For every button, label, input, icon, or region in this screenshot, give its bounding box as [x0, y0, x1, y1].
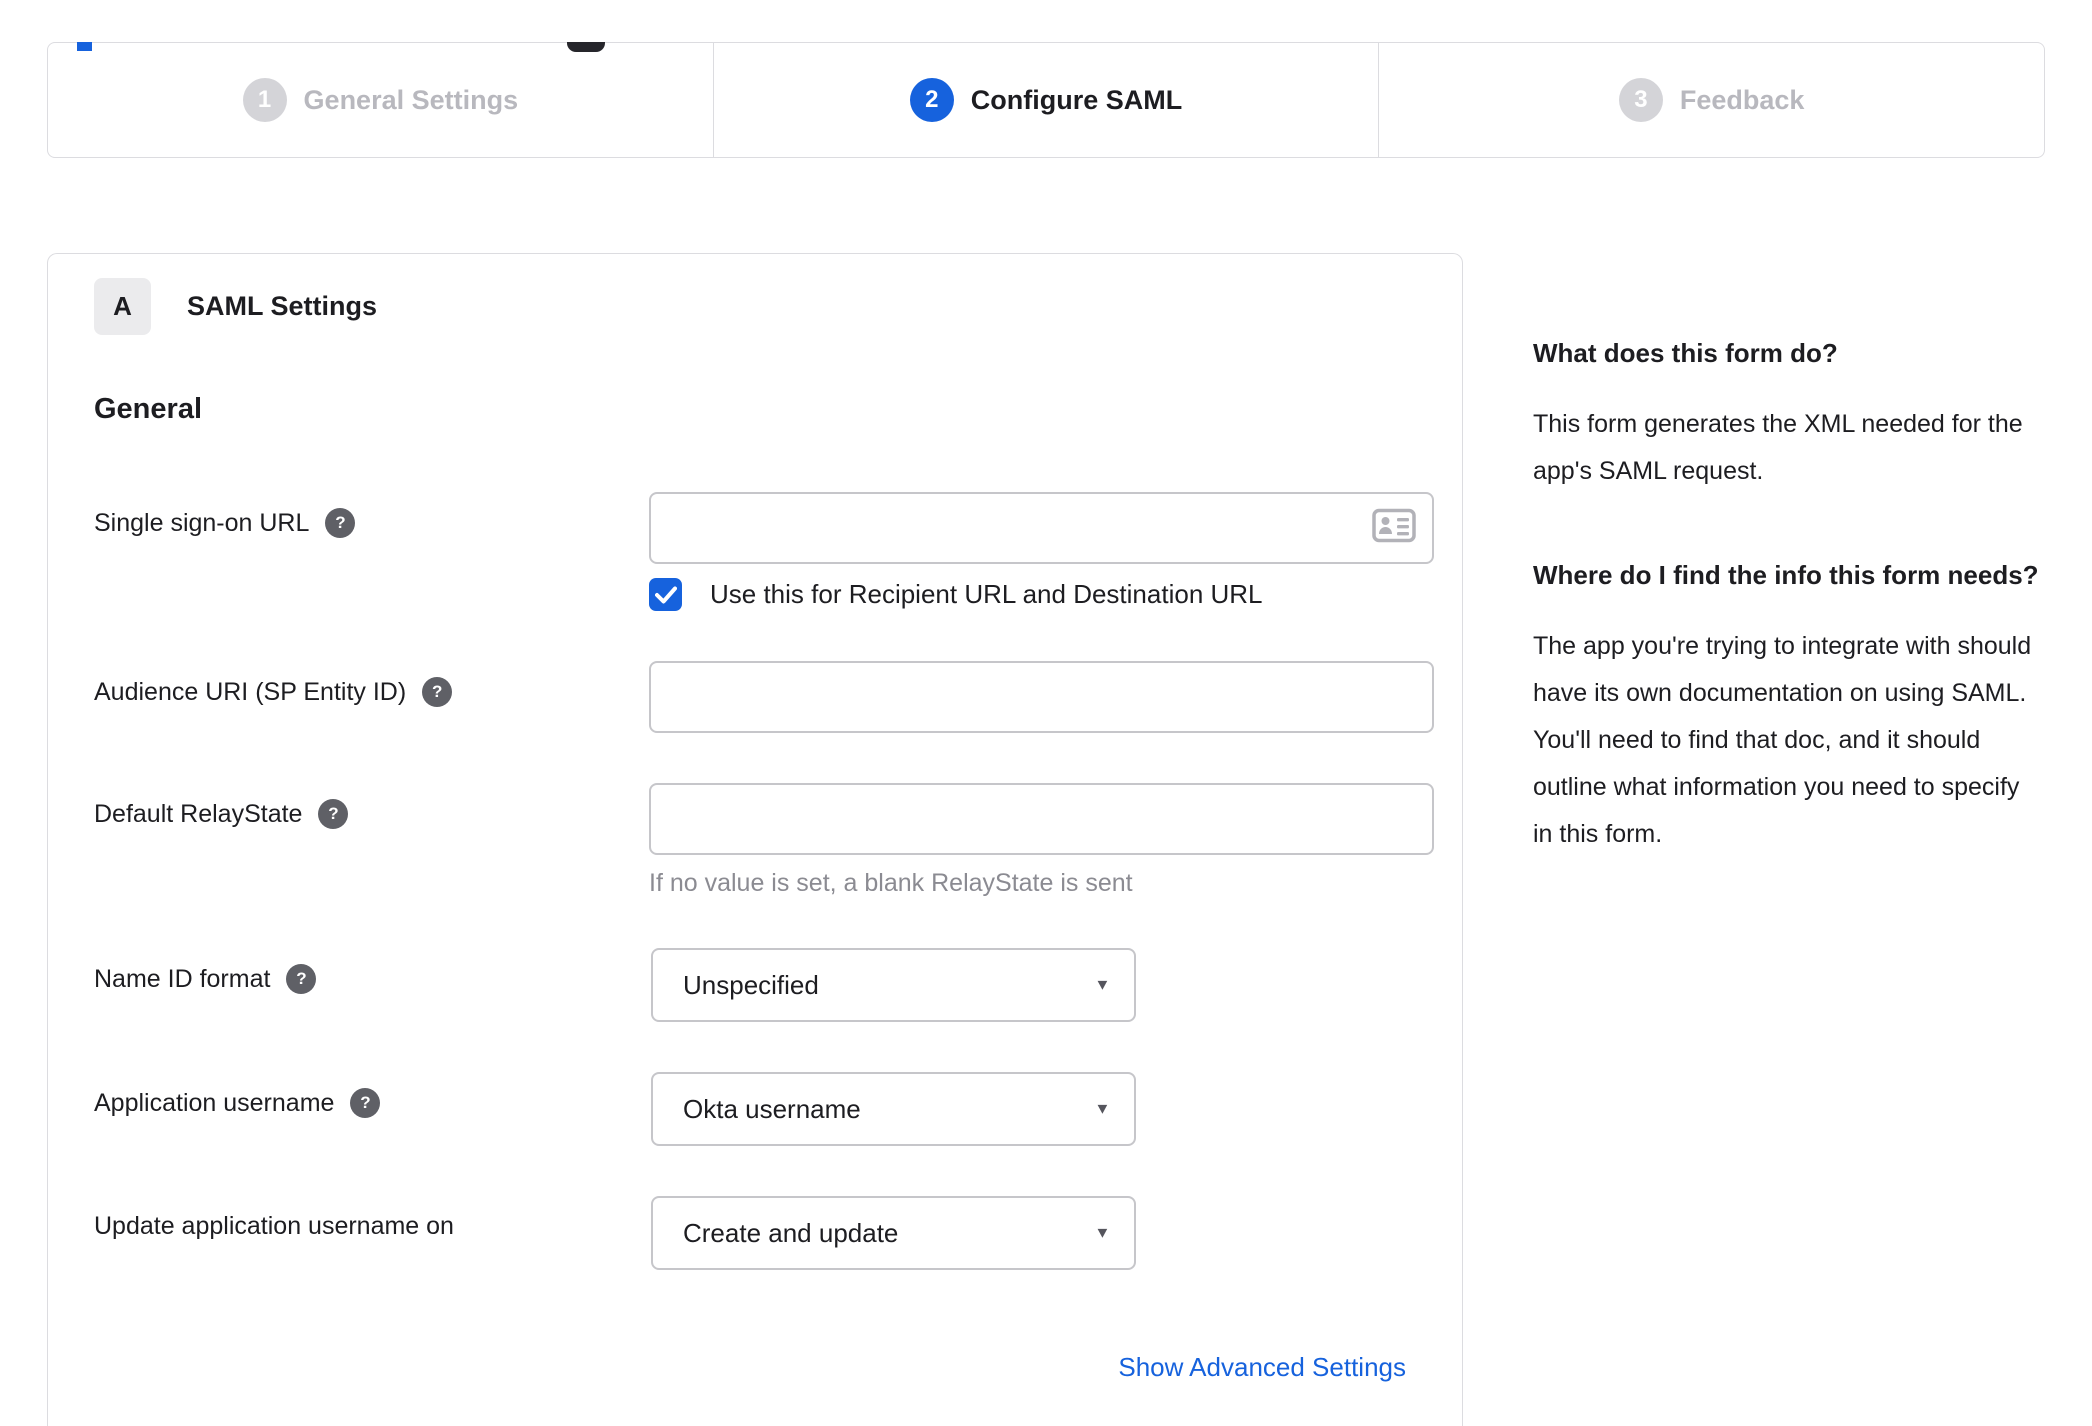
step-configure-saml[interactable]: 2 Configure SAML	[712, 43, 1379, 157]
sidebar-body-what: This form generates the XML needed for t…	[1533, 410, 2023, 485]
help-icon[interactable]: ?	[350, 1088, 381, 1118]
name-id-format-select[interactable]: Unspecified ▼	[651, 948, 1136, 1022]
help-sidebar: What does this form do? This form genera…	[1533, 253, 2045, 916]
field-row-audience-uri: Audience URI (SP Entity ID) ?	[94, 661, 1434, 733]
name-id-format-value: Unspecified	[683, 969, 819, 1000]
field-row-update-username-on: Update application username on Create an…	[94, 1196, 1434, 1270]
name-id-format-label: Name ID format	[94, 964, 271, 993]
audience-uri-input[interactable]	[649, 661, 1434, 733]
step-label: General Settings	[303, 84, 519, 115]
help-icon[interactable]: ?	[325, 508, 356, 538]
step-number-badge: 2	[909, 78, 954, 122]
application-username-select[interactable]: Okta username ▼	[651, 1072, 1136, 1146]
step-feedback[interactable]: 3 Feedback	[1378, 43, 2044, 157]
saml-settings-panel: A SAML Settings General Single sign-on U…	[47, 253, 1463, 1426]
step-number-badge: 1	[242, 78, 287, 122]
field-row-application-username: Application username ? Okta username ▼	[94, 1072, 1434, 1146]
contact-card-icon[interactable]	[1372, 508, 1416, 548]
show-advanced-settings-link[interactable]: Show Advanced Settings	[1118, 1352, 1406, 1382]
update-username-on-value: Create and update	[683, 1217, 899, 1248]
cutoff-header-fragment	[567, 42, 605, 52]
recipient-url-checkbox[interactable]	[649, 578, 682, 611]
section-badge-a: A	[94, 278, 151, 335]
application-username-label: Application username	[94, 1088, 335, 1117]
help-icon[interactable]: ?	[318, 799, 349, 829]
audience-uri-label: Audience URI (SP Entity ID)	[94, 677, 407, 706]
sidebar-heading-where: Where do I find the info this form needs…	[1533, 560, 2039, 590]
dropdown-arrow-icon: ▼	[1094, 1224, 1111, 1242]
default-relaystate-input[interactable]	[649, 783, 1434, 855]
dropdown-arrow-icon: ▼	[1094, 976, 1111, 994]
update-username-on-select[interactable]: Create and update ▼	[651, 1196, 1136, 1270]
wizard-stepper: 1 General Settings 2 Configure SAML 3 Fe…	[47, 42, 2045, 158]
dropdown-arrow-icon: ▼	[1094, 1100, 1111, 1118]
single-sign-on-url-label: Single sign-on URL	[94, 508, 310, 537]
step-number-badge: 3	[1618, 78, 1663, 122]
step-label: Configure SAML	[970, 84, 1183, 115]
help-icon[interactable]: ?	[422, 677, 453, 707]
step-general-settings[interactable]: 1 General Settings	[48, 43, 713, 157]
update-username-on-label: Update application username on	[94, 1212, 454, 1240]
relaystate-hint: If no value is set, a blank RelayState i…	[649, 869, 1133, 897]
default-relaystate-label: Default RelayState	[94, 799, 303, 828]
field-row-default-relaystate: Default RelayState ? If no value is set,…	[94, 783, 1434, 898]
help-icon[interactable]: ?	[286, 964, 317, 994]
step-label: Feedback	[1679, 84, 1805, 115]
field-row-single-sign-on-url: Single sign-on URL ? Use this for Recipi…	[94, 492, 1434, 611]
application-username-value: Okta username	[683, 1093, 861, 1124]
single-sign-on-url-input[interactable]	[649, 492, 1434, 564]
general-heading: General	[94, 393, 202, 425]
recipient-url-checkbox-label: Use this for Recipient URL and Destinati…	[710, 579, 1263, 609]
field-row-name-id-format: Name ID format ? Unspecified ▼	[94, 948, 1434, 1022]
sidebar-body-where: The app you're trying to integrate with …	[1533, 632, 2032, 848]
cutoff-logo-fragment	[77, 42, 92, 51]
sidebar-heading-what: What does this form do?	[1533, 338, 1838, 368]
section-title: SAML Settings	[187, 291, 378, 321]
